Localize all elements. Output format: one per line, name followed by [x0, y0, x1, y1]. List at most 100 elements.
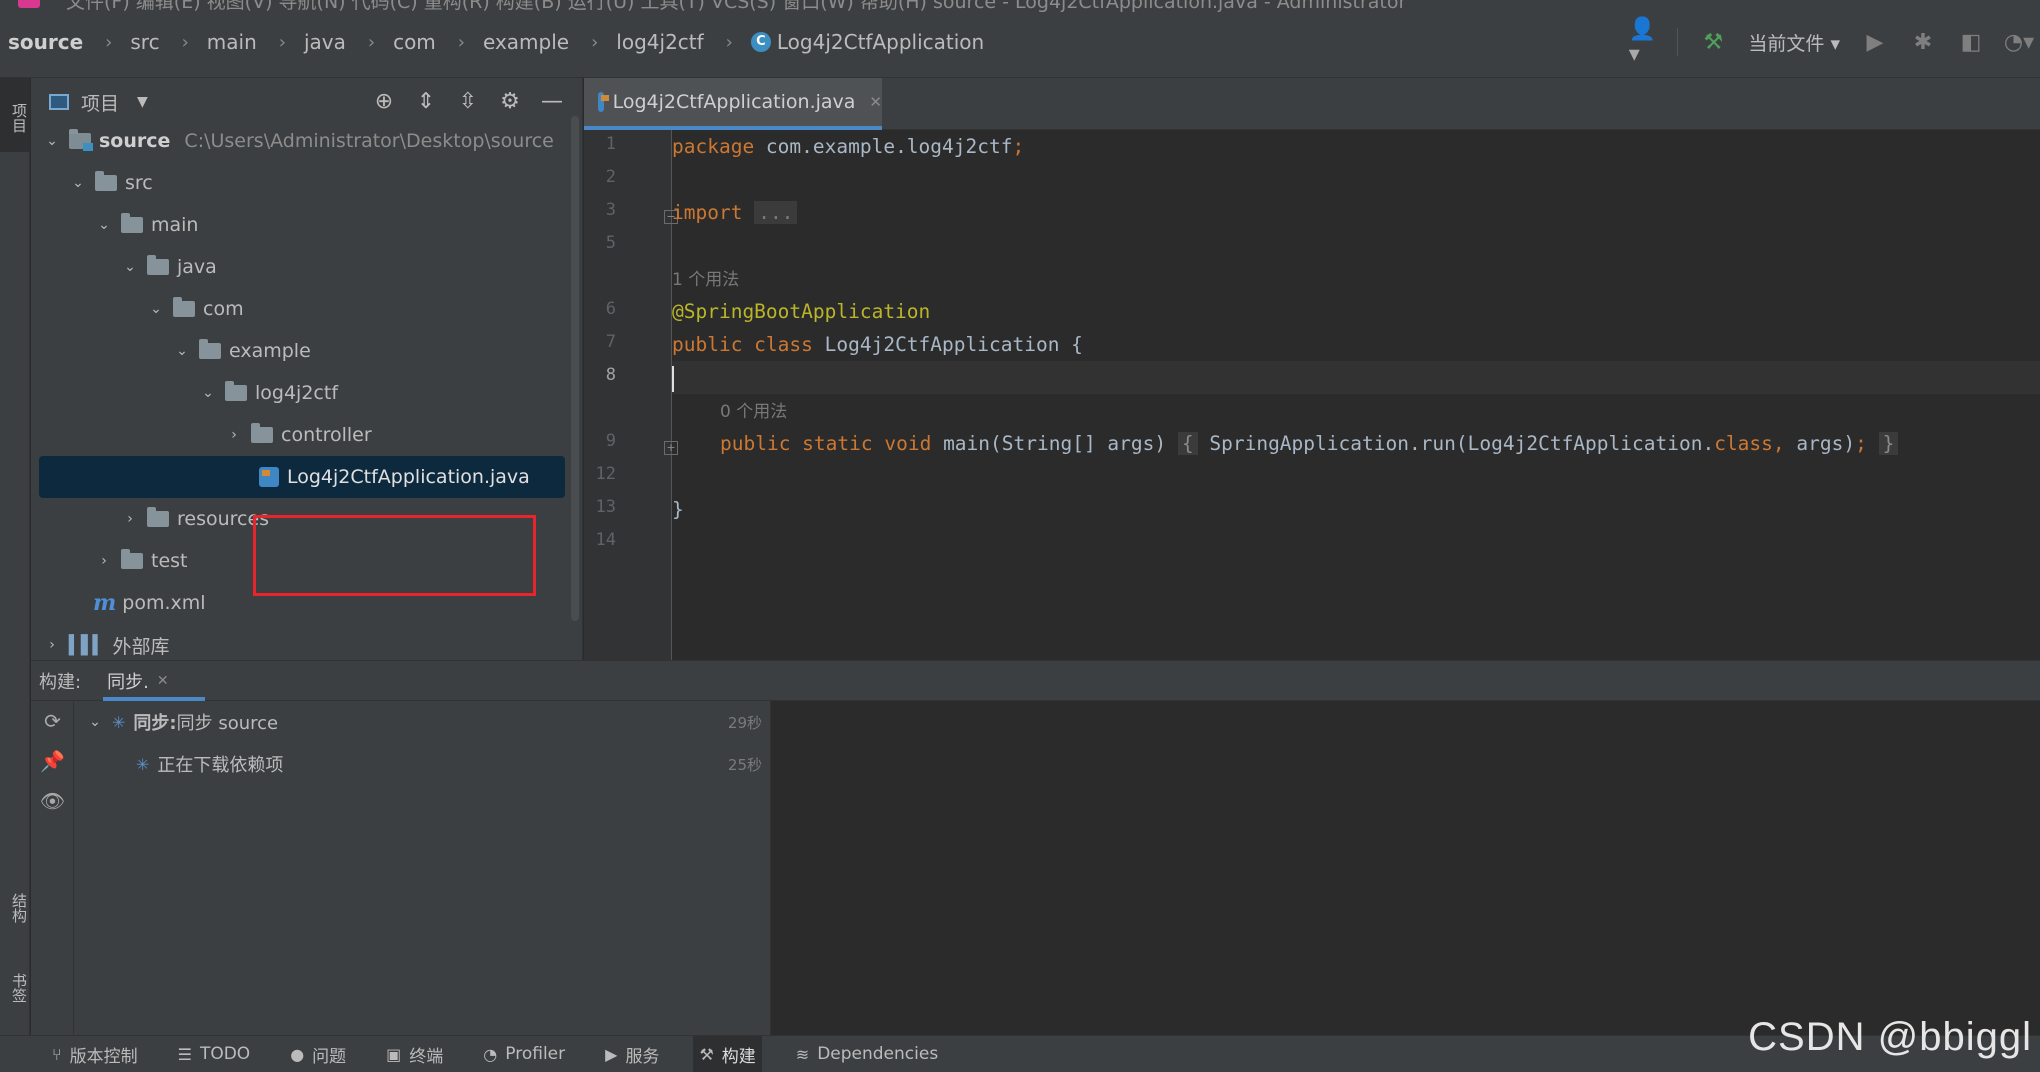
breadcrumb-item[interactable]: › main [160, 30, 257, 54]
tool-version-control[interactable]: ⑂ 版本控制 [46, 1036, 144, 1072]
code-line: } [672, 498, 684, 521]
tree-item-resources[interactable]: › resources [31, 498, 571, 540]
chevron-right-icon[interactable]: › [43, 637, 61, 653]
tree-item-source[interactable]: ⌄ source C:\Users\Administrator\Desktop\so… [31, 120, 571, 162]
code-line: public static void main(String[] args) {… [672, 427, 2040, 460]
usage-hint[interactable]: 1 个用法 [672, 262, 2040, 295]
run-config-dropdown[interactable]: 当前文件 ▾ [1748, 29, 1840, 56]
tool-problems[interactable]: ● 问题 [284, 1036, 352, 1072]
libraries-icon: ▍▌▍ [69, 634, 107, 656]
tree-item-test[interactable]: › test [31, 540, 571, 582]
folder-icon [251, 423, 273, 443]
chevron-down-icon[interactable]: ▼ [137, 94, 148, 110]
tree-item-log4j2ctf[interactable]: ⌄ log4j2ctf [31, 372, 571, 414]
project-panel: 项目 ▼ ⊕ ⇕ ⇳ ⚙ — ⌄ source C:\Users\Administr… [31, 78, 583, 660]
line-number: 12 [595, 464, 616, 484]
watermark: CSDN @bbiggl [1748, 1015, 2032, 1059]
tool-services[interactable]: ▶ 服务 [599, 1036, 665, 1072]
tool-dependencies[interactable]: ≋ Dependencies [790, 1036, 944, 1072]
chevron-down-icon[interactable]: ⌄ [173, 343, 191, 359]
build-row-sync[interactable]: ⌄ ✳ 同步: 同步 source 29秒 [74, 701, 770, 743]
collapse-all-icon[interactable]: ⇳ [456, 88, 480, 114]
chevron-down-icon[interactable]: ⌄ [121, 259, 139, 275]
project-tool-button[interactable]: 项目 [0, 78, 30, 152]
close-icon[interactable]: ✕ [157, 673, 169, 689]
navigation-bar: source › src › main › java › com › example › l… [0, 12, 2040, 78]
text-caret [672, 365, 674, 392]
pin-icon[interactable]: 📌 [31, 741, 74, 781]
breadcrumb-item[interactable]: › example [436, 30, 569, 54]
structure-tool-button[interactable]: 结构 [0, 878, 30, 938]
chevron-right-icon: › [181, 31, 189, 53]
tool-build[interactable]: ⚒ 构建 [693, 1035, 762, 1072]
close-icon[interactable]: ✕ [869, 93, 882, 111]
breadcrumb-item[interactable]: › java [257, 30, 346, 54]
chevron-down-icon[interactable]: ⌄ [199, 385, 217, 401]
tree-item-main-class-file[interactable]: Log4j2CtfApplication.java [39, 456, 565, 498]
elapsed-time: 29秒 [727, 713, 762, 732]
locate-icon[interactable]: ⊕ [372, 88, 396, 114]
chevron-right-icon[interactable]: › [225, 427, 243, 443]
eye-icon[interactable]: 👁 [31, 781, 74, 821]
tree-item-src[interactable]: ⌄ src [31, 162, 571, 204]
java-class-icon [259, 467, 279, 487]
terminal-icon: ▣ [386, 1044, 402, 1064]
tab-sync[interactable]: 同步. ✕ [103, 661, 206, 701]
tree-item-example[interactable]: ⌄ example [31, 330, 571, 372]
minimize-icon[interactable]: — [540, 88, 564, 114]
tree-item-main[interactable]: ⌄ main [31, 204, 571, 246]
module-folder-icon [69, 129, 93, 151]
toolbar-divider [1677, 28, 1679, 56]
warning-icon: ● [290, 1044, 305, 1064]
tree-item-controller[interactable]: › controller [31, 414, 571, 456]
editor-tab-active[interactable]: Log4j2CtfApplication.java ✕ [584, 78, 882, 130]
profiler-icon: ◔ [483, 1044, 498, 1064]
breadcrumb-item[interactable]: › log4j2ctf [569, 30, 704, 54]
tool-profiler[interactable]: ◔ Profiler [477, 1036, 571, 1072]
line-number: 7 [605, 332, 616, 352]
line-gutter: 1 2 3 5 6 7 8 9 12 13 14 − + [584, 130, 678, 660]
tree-scrollbar[interactable] [571, 116, 579, 621]
breadcrumb-item-class[interactable]: › C Log4j2CtfApplication [704, 30, 985, 54]
chevron-down-icon[interactable]: ⌄ [86, 714, 104, 730]
chevron-down-icon[interactable]: ⌄ [43, 133, 61, 149]
profile-icon[interactable]: ◔▾ [2004, 29, 2034, 55]
chevron-down-icon[interactable]: ⌄ [69, 175, 87, 191]
user-icon[interactable]: 👤▾ [1629, 17, 1656, 67]
list-icon: ☰ [177, 1044, 192, 1064]
hammer-icon[interactable]: ⚒ [1700, 29, 1726, 55]
code-line: package com.example.log4j2ctf; [672, 135, 1025, 158]
usage-hint[interactable]: 0 个用法 [672, 394, 2040, 427]
sync-icon[interactable]: ⟳ [31, 701, 74, 741]
project-view-selector[interactable]: 项目 [81, 89, 119, 116]
project-path: C:\Users\Administrator\Desktop\source [184, 130, 554, 152]
debug-icon[interactable]: ✱ [1910, 29, 1936, 55]
tool-terminal[interactable]: ▣ 终端 [380, 1036, 449, 1072]
gear-icon[interactable]: ⚙ [498, 88, 522, 114]
chevron-down-icon[interactable]: ⌄ [147, 301, 165, 317]
tree-item-com[interactable]: ⌄ com [31, 288, 571, 330]
folded-imports[interactable]: ... [754, 201, 798, 224]
coverage-icon[interactable]: ◧ [1958, 29, 1984, 55]
code-line: @SpringBootApplication [672, 300, 931, 323]
tree-item-pom[interactable]: m pom.xml [31, 582, 571, 624]
code-area[interactable]: package com.example.log4j2ctf; import ..… [672, 130, 2040, 660]
editor-tab-label: Log4j2CtfApplication.java [612, 91, 856, 113]
bookmarks-tool-button[interactable]: 书签 [0, 958, 30, 1018]
breadcrumb-item[interactable]: › src [83, 30, 159, 54]
breadcrumb-item[interactable]: › com [346, 30, 436, 54]
chevron-right-icon: › [457, 31, 465, 53]
expand-all-icon[interactable]: ⇕ [414, 88, 438, 114]
chevron-right-icon[interactable]: › [121, 511, 139, 527]
tree-item-java[interactable]: ⌄ java [31, 246, 571, 288]
run-icon[interactable]: ▶ [1862, 29, 1888, 55]
tool-todo[interactable]: ☰ TODO [172, 1036, 257, 1072]
build-output-console[interactable] [771, 701, 2040, 1036]
chevron-down-icon[interactable]: ⌄ [95, 217, 113, 233]
breadcrumb-item[interactable]: source [8, 30, 83, 54]
menu-bar-text: 文件(F) 编辑(E) 视图(V) 导航(N) 代码(C) 重构(R) 构建(B… [66, 0, 1407, 12]
build-row-downloading[interactable]: ✳ 正在下载依赖项 25秒 [74, 743, 770, 785]
java-class-icon [598, 92, 609, 112]
chevron-right-icon[interactable]: › [95, 553, 113, 569]
line-number: 9 [605, 431, 616, 451]
